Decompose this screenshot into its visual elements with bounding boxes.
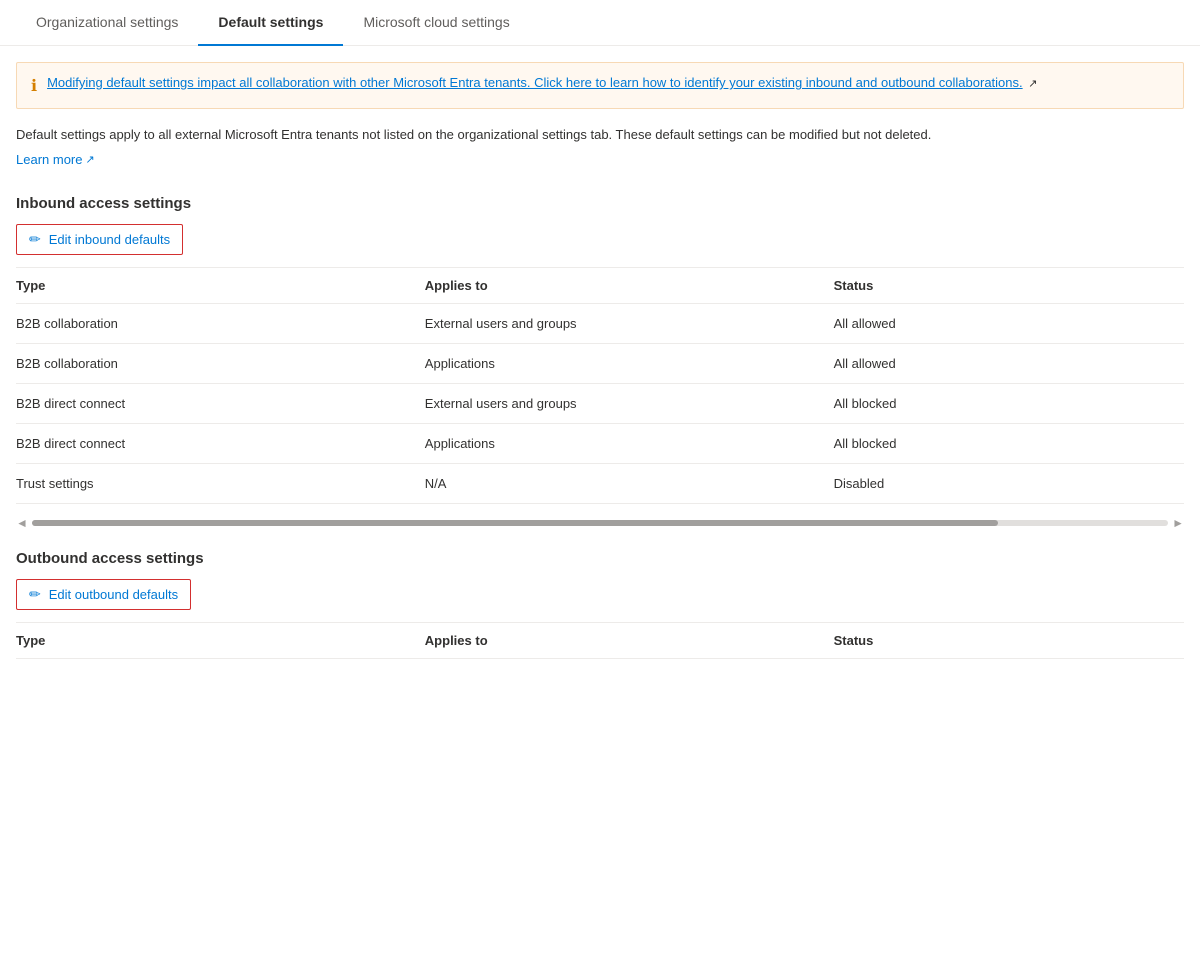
edit-outbound-button[interactable]: ✏ Edit outbound defaults [16, 579, 191, 610]
inbound-row-applies-to: External users and groups [425, 383, 834, 423]
col-header-applies-to: Applies to [425, 268, 834, 304]
horizontal-scrollbar: ◄ ► [16, 512, 1184, 534]
inbound-row-type: B2B collaboration [16, 303, 425, 343]
scroll-right-arrow[interactable]: ► [1172, 516, 1184, 530]
inbound-row-status: All blocked [834, 423, 1184, 463]
scrollbar-track[interactable] [32, 520, 1168, 526]
tab-default-settings[interactable]: Default settings [198, 0, 343, 46]
pencil-icon: ✏ [29, 231, 41, 248]
inbound-row-status: Disabled [834, 463, 1184, 503]
description-text: Default settings apply to all external M… [16, 125, 1184, 145]
inbound-table-header-row: Type Applies to Status [16, 268, 1184, 304]
outbound-col-header-type: Type [16, 623, 425, 659]
inbound-table-row: B2B direct connect Applications All bloc… [16, 423, 1184, 463]
learn-more-label: Learn more [16, 152, 82, 167]
outbound-table: Type Applies to Status [16, 623, 1184, 659]
info-icon: ℹ [31, 76, 37, 96]
tab-microsoft-cloud-settings[interactable]: Microsoft cloud settings [343, 0, 529, 46]
edit-inbound-button[interactable]: ✏ Edit inbound defaults [16, 224, 183, 255]
inbound-table-row: B2B collaboration Applications All allow… [16, 343, 1184, 383]
notice-text: Modifying default settings impact all co… [47, 75, 1037, 90]
inbound-row-applies-to: N/A [425, 463, 834, 503]
scroll-left-arrow[interactable]: ◄ [16, 516, 28, 530]
inbound-row-applies-to: External users and groups [425, 303, 834, 343]
external-link-icon: ↗ [1028, 78, 1037, 90]
inbound-table: Type Applies to Status B2B collaboration… [16, 268, 1184, 504]
main-content: ℹ Modifying default settings impact all … [0, 46, 1200, 659]
learn-more-link[interactable]: Learn more ↗ [16, 152, 95, 167]
inbound-section-title: Inbound access settings [16, 195, 1184, 212]
inbound-row-type: Trust settings [16, 463, 425, 503]
outbound-table-container: Type Applies to Status [16, 622, 1184, 659]
inbound-row-type: B2B direct connect [16, 423, 425, 463]
col-header-type: Type [16, 268, 425, 304]
outbound-col-header-status: Status [834, 623, 1184, 659]
inbound-row-type: B2B collaboration [16, 343, 425, 383]
scrollbar-thumb [32, 520, 998, 526]
inbound-row-status: All allowed [834, 303, 1184, 343]
inbound-row-status: All blocked [834, 383, 1184, 423]
inbound-table-container: Type Applies to Status B2B collaboration… [16, 267, 1184, 504]
inbound-table-row: Trust settings N/A Disabled [16, 463, 1184, 503]
inbound-row-type: B2B direct connect [16, 383, 425, 423]
inbound-table-row: B2B direct connect External users and gr… [16, 383, 1184, 423]
notice-link[interactable]: Modifying default settings impact all co… [47, 75, 1023, 90]
outbound-col-header-applies-to: Applies to [425, 623, 834, 659]
inbound-table-row: B2B collaboration External users and gro… [16, 303, 1184, 343]
outbound-table-header-row: Type Applies to Status [16, 623, 1184, 659]
inbound-row-applies-to: Applications [425, 423, 834, 463]
inbound-row-status: All allowed [834, 343, 1184, 383]
outbound-pencil-icon: ✏ [29, 586, 41, 603]
tab-bar: Organizational settings Default settings… [0, 0, 1200, 46]
edit-outbound-label: Edit outbound defaults [49, 587, 178, 602]
outbound-section-title: Outbound access settings [16, 550, 1184, 567]
inbound-row-applies-to: Applications [425, 343, 834, 383]
tab-organizational-settings[interactable]: Organizational settings [16, 0, 198, 46]
outbound-section: Outbound access settings ✏ Edit outbound… [16, 550, 1184, 659]
edit-inbound-label: Edit inbound defaults [49, 232, 170, 247]
learn-more-external-icon: ↗ [85, 153, 94, 166]
col-header-status: Status [834, 268, 1184, 304]
notice-banner: ℹ Modifying default settings impact all … [16, 62, 1184, 109]
